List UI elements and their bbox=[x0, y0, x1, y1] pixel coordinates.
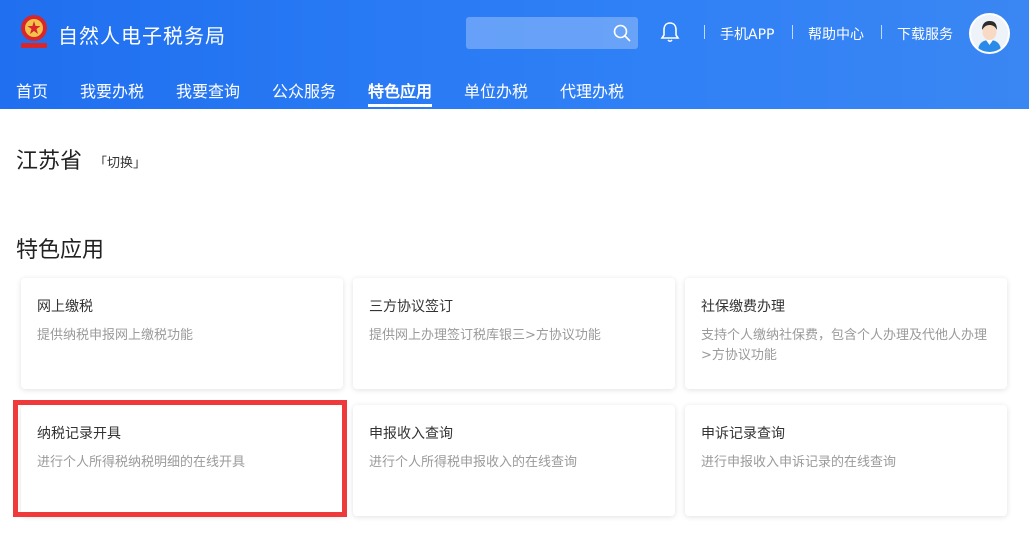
card-tax-record-issue[interactable]: 纳税记录开具 进行个人所得税纳税明细的在线开具 bbox=[21, 405, 343, 516]
nav-item-featured-apps[interactable]: 特色应用 bbox=[368, 78, 432, 102]
card-declared-income-query[interactable]: 申报收入查询 进行个人所得税申报收入的在线查询 bbox=[353, 405, 675, 516]
main-nav: 首页 我要办税 我要查询 公众服务 特色应用 单位办税 代理办税 bbox=[0, 66, 1029, 109]
card-social-security[interactable]: 社保缴费办理 支持个人缴纳社保费，包含个人办理及代他人办理>方协议功能 bbox=[685, 278, 1007, 389]
card-tripartite-agreement[interactable]: 三方协议签订 提供网上办理签订税库银三>方协议功能 bbox=[353, 278, 675, 389]
card-title: 网上缴税 bbox=[37, 299, 93, 315]
card-description: 支持个人缴纳社保费，包含个人办理及代他人办理>方协议功能 bbox=[701, 328, 988, 363]
card-online-tax-payment[interactable]: 网上缴税 提供纳税申报网上缴税功能 bbox=[21, 278, 343, 389]
card-title: 三方协议签订 bbox=[369, 299, 453, 315]
province-label: 江苏省 bbox=[16, 149, 83, 174]
avatar[interactable] bbox=[969, 13, 1010, 54]
card-title: 申诉记录查询 bbox=[701, 426, 785, 442]
national-emblem-icon bbox=[21, 15, 47, 48]
card-title: 申报收入查询 bbox=[369, 426, 453, 442]
nav-item-agent-tax[interactable]: 代理办税 bbox=[560, 78, 624, 102]
card-description: 进行个人所得税申报收入的在线查询 bbox=[369, 455, 578, 470]
divider bbox=[881, 25, 882, 39]
card-title: 纳税记录开具 bbox=[37, 426, 121, 442]
bell-icon[interactable] bbox=[658, 20, 682, 44]
nav-item-home[interactable]: 首页 bbox=[16, 78, 48, 102]
search-box[interactable] bbox=[466, 17, 638, 49]
card-description: 提供网上办理签订税库银三>方协议功能 bbox=[369, 328, 601, 343]
user-avatar-icon bbox=[971, 15, 1008, 52]
download-service-link[interactable]: 下载服务 bbox=[897, 24, 953, 44]
card-title: 社保缴费办理 bbox=[701, 299, 785, 315]
switch-province-link[interactable]: 「切换」 bbox=[94, 152, 146, 171]
card-description: 提供纳税申报网上缴税功能 bbox=[37, 328, 194, 343]
search-icon[interactable] bbox=[612, 23, 632, 43]
nav-item-unit-tax[interactable]: 单位办税 bbox=[464, 78, 528, 102]
divider bbox=[792, 25, 793, 39]
card-appeal-record-query[interactable]: 申诉记录查询 进行申报收入申诉记录的在线查询 bbox=[685, 405, 1007, 516]
nav-item-public-service[interactable]: 公众服务 bbox=[272, 78, 336, 102]
card-description: 进行申报收入申诉记录的在线查询 bbox=[701, 455, 897, 470]
divider bbox=[704, 25, 705, 39]
help-center-link[interactable]: 帮助中心 bbox=[808, 24, 864, 44]
card-description: 进行个人所得税纳税明细的在线开具 bbox=[37, 455, 246, 470]
section-title: 特色应用 bbox=[16, 238, 105, 263]
active-tab-indicator bbox=[368, 104, 432, 107]
mobile-app-link[interactable]: 手机APP bbox=[720, 24, 774, 44]
top-header: 自然人电子税务局 手机APP 帮助中心 下载服务 首页 我要办税 我要查询 公众… bbox=[0, 0, 1029, 109]
nav-item-file-tax[interactable]: 我要办税 bbox=[80, 78, 144, 102]
nav-item-query[interactable]: 我要查询 bbox=[176, 78, 240, 102]
site-brand[interactable]: 自然人电子税务局 bbox=[58, 20, 226, 49]
search-input[interactable] bbox=[466, 17, 606, 49]
